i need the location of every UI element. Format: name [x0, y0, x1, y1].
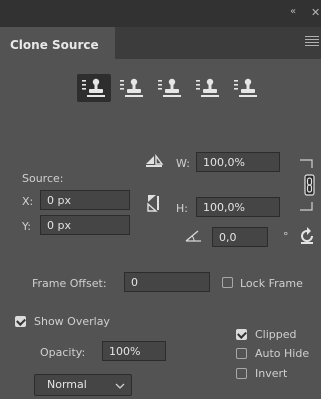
frame-offset-label: Frame Offset: [32, 277, 107, 290]
height-label: H: [176, 202, 188, 215]
source-label: Source: [22, 172, 64, 185]
invert-label: Invert [255, 367, 288, 380]
opacity-label: Opacity: [40, 346, 86, 359]
clone-source-button-2[interactable] [115, 74, 149, 102]
clone-source-button-5[interactable] [229, 74, 263, 102]
clone-stamp-icon [82, 78, 105, 97]
clipped-label: Clipped [255, 328, 297, 341]
clone-stamp-icon [234, 78, 257, 97]
height-field[interactable]: 100,0% [196, 197, 280, 217]
blend-mode-select[interactable]: Normal [34, 374, 132, 396]
reset-transform-icon[interactable] [298, 227, 316, 249]
rotation-angle-field[interactable]: 0,0 [212, 227, 268, 247]
y-offset-field[interactable]: 0 px [40, 215, 130, 235]
frame-offset-field[interactable]: 0 [124, 272, 210, 292]
angle-icon [185, 228, 203, 247]
close-panel-icon[interactable]: ✕ [311, 6, 320, 19]
show-overlay-checkbox[interactable] [15, 316, 26, 327]
y-label: Y: [22, 220, 31, 233]
invert-checkbox[interactable] [236, 368, 247, 379]
auto-hide-label: Auto Hide [255, 347, 310, 360]
chevron-down-icon [115, 383, 125, 389]
window-titlebar [0, 0, 321, 27]
opacity-field[interactable]: 100% [102, 341, 166, 361]
degree-symbol: ° [283, 230, 289, 243]
tab-clone-source-label: Clone Source [10, 38, 99, 52]
show-overlay-label: Show Overlay [34, 315, 110, 328]
clone-stamp-icon [120, 78, 143, 97]
collapse-panel-icon[interactable]: « [290, 6, 296, 17]
x-offset-field[interactable]: 0 px [40, 190, 130, 210]
flip-vertical-icon[interactable] [144, 193, 164, 217]
x-label: X: [22, 195, 34, 208]
clipped-checkbox[interactable] [236, 329, 247, 340]
chain-link-icon[interactable] [298, 158, 316, 216]
lock-frame-label: Lock Frame [240, 277, 303, 290]
auto-hide-checkbox[interactable] [236, 348, 247, 359]
clone-stamp-icon [158, 78, 181, 97]
clone-stamp-icon [196, 78, 219, 97]
clone-source-button-3[interactable] [153, 74, 187, 102]
hamburger-menu-icon[interactable] [305, 36, 319, 48]
flip-horizontal-icon[interactable] [144, 152, 164, 172]
clone-source-button-4[interactable] [191, 74, 225, 102]
clone-source-button-1[interactable] [77, 74, 111, 102]
width-field[interactable]: 100,0% [196, 152, 280, 172]
blend-mode-value: Normal [47, 378, 87, 391]
width-label: W: [176, 157, 190, 170]
lock-frame-checkbox[interactable] [222, 277, 233, 288]
